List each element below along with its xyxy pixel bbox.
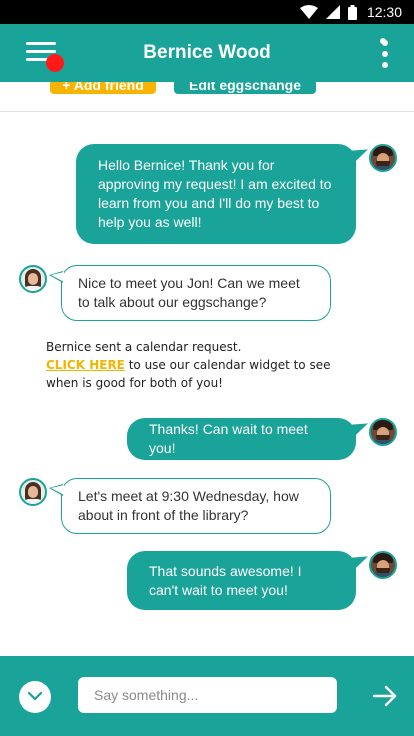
bubble-tail bbox=[352, 552, 368, 572]
profile-actions-bar: + Add friend Edit eggschange bbox=[0, 82, 414, 112]
bubble-tail bbox=[352, 145, 368, 165]
send-button[interactable] bbox=[372, 683, 398, 709]
more-vertical-icon bbox=[380, 38, 388, 68]
app-header: Bernice Wood bbox=[0, 24, 414, 82]
avatar-jon bbox=[369, 144, 397, 172]
calendar-link[interactable]: CLICK HERE bbox=[46, 358, 125, 372]
message-text: Thanks! Can wait to meet you! bbox=[149, 421, 308, 456]
signal-icon bbox=[325, 5, 340, 19]
status-bar: 12:30 bbox=[0, 0, 414, 24]
edit-eggschange-button[interactable]: Edit eggschange bbox=[174, 82, 316, 94]
message-text: Nice to meet you Jon! Can we meet to tal… bbox=[78, 275, 300, 310]
arrow-right-icon bbox=[372, 685, 397, 707]
chat-bubble-incoming: Nice to meet you Jon! Can we meet to tal… bbox=[49, 265, 331, 321]
chat-bubble-outgoing: Hello Bernice! Thank you for approving m… bbox=[76, 144, 368, 244]
wifi-icon bbox=[299, 5, 318, 19]
avatar-bernice bbox=[19, 478, 47, 506]
message-text: Hello Bernice! Thank you for approving m… bbox=[98, 157, 332, 230]
chat-bubble-outgoing: Thanks! Can wait to meet you! bbox=[127, 418, 368, 460]
message-composer bbox=[0, 656, 414, 736]
calendar-request-text: Bernice sent a calendar request. bbox=[46, 340, 242, 354]
avatar-bernice bbox=[19, 265, 47, 293]
battery-icon bbox=[347, 4, 357, 20]
message-input[interactable] bbox=[78, 677, 337, 713]
page-title: Bernice Wood bbox=[143, 42, 271, 63]
avatar-jon bbox=[369, 551, 397, 579]
status-icons: 12:30 bbox=[299, 3, 402, 21]
notification-dot bbox=[46, 54, 64, 72]
menu-button[interactable] bbox=[26, 40, 64, 72]
bubble-tail bbox=[352, 419, 368, 439]
add-friend-button[interactable]: + Add friend bbox=[50, 82, 156, 94]
more-options-button[interactable] bbox=[378, 38, 388, 70]
message-text: Let's meet at 9:30 Wednesday, how about … bbox=[78, 488, 299, 523]
chat-bubble-incoming: Let's meet at 9:30 Wednesday, how about … bbox=[49, 478, 331, 534]
chat-bubble-outgoing: That sounds awesome! I can't wait to mee… bbox=[127, 551, 368, 610]
avatar-jon bbox=[369, 418, 397, 446]
chevron-down-icon bbox=[28, 692, 42, 701]
calendar-request-note: Bernice sent a calendar request. CLICK H… bbox=[46, 338, 346, 392]
message-text: That sounds awesome! I can't wait to mee… bbox=[149, 562, 302, 598]
scroll-down-button[interactable] bbox=[19, 681, 51, 713]
status-time: 12:30 bbox=[366, 4, 402, 20]
